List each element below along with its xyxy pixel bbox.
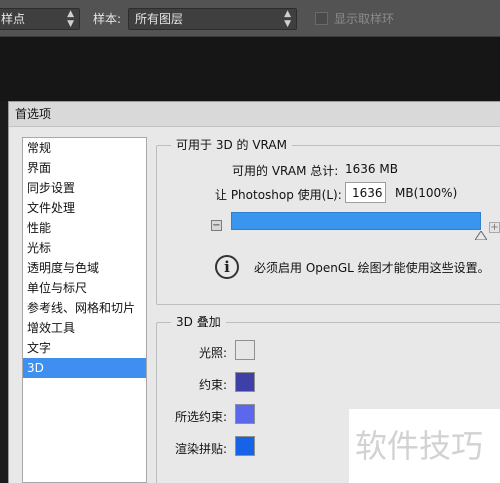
overlay-label: 约束: <box>198 378 227 392</box>
show-ring-label: 显示取样环 <box>334 12 395 26</box>
vram-use-unit: MB(100%) <box>395 186 458 200</box>
nav-item[interactable]: 增效工具 <box>23 318 146 338</box>
vram-use-label: 让 Photoshop 使用(L): <box>215 188 342 202</box>
canvas-area <box>0 37 500 101</box>
sample-value: 所有图层 <box>135 12 184 26</box>
vram-group: 可用于 3D 的 VRAM 可用的 VRAM 总计: 1636 MB 让 Pho… <box>156 138 500 305</box>
show-ring-checkbox[interactable] <box>315 12 328 25</box>
vram-legend: 可用于 3D 的 VRAM <box>171 138 292 153</box>
watermark: 软件技巧 <box>349 409 500 483</box>
overlay-color-swatch[interactable] <box>235 436 255 456</box>
nav-item[interactable]: 光标 <box>23 238 146 258</box>
vram-slider[interactable] <box>231 212 481 230</box>
increase-button[interactable]: + <box>489 222 500 233</box>
overlay-color-swatch[interactable] <box>235 340 255 360</box>
sample-label: 样本: <box>93 12 122 26</box>
nav-item[interactable]: 文件处理 <box>23 198 146 218</box>
vram-use-input[interactable] <box>345 182 386 203</box>
nav-item[interactable]: 3D <box>23 358 146 378</box>
sample-select[interactable]: 所有图层 ▲ ▼ <box>128 8 297 30</box>
updown-arrow-icon: ▲ ▼ <box>284 9 291 29</box>
options-bar: 样点 ▲ ▼ 样本: 所有图层 ▲ ▼ 显示取样环 <box>0 0 500 37</box>
sample-size-select[interactable]: 样点 ▲ ▼ <box>0 8 80 30</box>
overlay-label: 光照: <box>198 346 227 360</box>
nav-item[interactable]: 文字 <box>23 338 146 358</box>
overlay-legend: 3D 叠加 <box>171 315 226 330</box>
slider-thumb[interactable] <box>475 231 487 240</box>
overlay-label: 渲染拼贴: <box>174 442 227 456</box>
nav-item[interactable]: 单位与标尺 <box>23 278 146 298</box>
preferences-nav-list: 常规 界面 同步设置 文件处理 性能 光标 透明度与色域 单位与标尺 参考线、网格和切片 增效工具… <box>22 137 147 483</box>
overlay-color-swatch[interactable] <box>235 372 255 392</box>
nav-item[interactable]: 参考线、网格和切片 <box>23 298 146 318</box>
nav-item[interactable]: 性能 <box>23 218 146 238</box>
vram-total-value: 1636 MB <box>345 162 398 176</box>
nav-item[interactable]: 常规 <box>23 138 146 158</box>
decrease-button[interactable]: − <box>211 220 222 231</box>
nav-item[interactable]: 同步设置 <box>23 178 146 198</box>
vram-total-label: 可用的 VRAM 总计: <box>232 164 339 178</box>
overlay-label: 所选约束: <box>174 410 227 424</box>
info-icon: i <box>215 255 239 279</box>
nav-item[interactable]: 透明度与色域 <box>23 258 146 278</box>
nav-item[interactable]: 界面 <box>23 158 146 178</box>
dialog-title: 首选项 <box>15 107 52 121</box>
opengl-info-text: 必须启用 OpenGL 绘图才能使用这些设置。 <box>254 261 490 275</box>
dialog-title-bar[interactable]: 首选项 <box>9 102 500 127</box>
sample-size-value: 样点 <box>1 12 26 26</box>
updown-arrow-icon: ▲ ▼ <box>67 9 74 29</box>
overlay-color-swatch[interactable] <box>235 404 255 424</box>
